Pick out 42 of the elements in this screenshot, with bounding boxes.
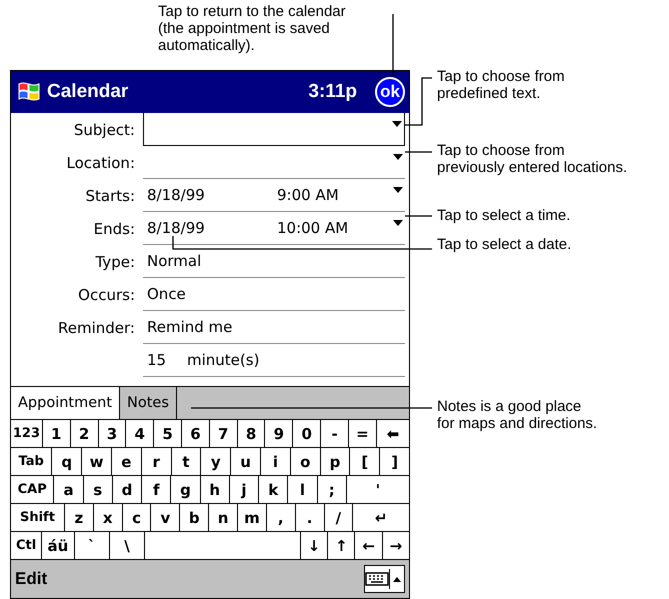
field-label: Location: — [66, 154, 135, 172]
dropdown-arrow-icon[interactable] — [393, 220, 403, 226]
dropdown-arrow-icon[interactable] — [393, 154, 403, 160]
caret-icon — [393, 576, 401, 582]
field-value: 8/18/99 — [147, 219, 205, 237]
edit-menu[interactable]: Edit — [15, 569, 364, 589]
field-value: 10:00 AM — [277, 219, 348, 237]
callout-text: Tap to select a date. — [437, 236, 572, 253]
input-field[interactable] — [143, 113, 405, 146]
input-field[interactable]: 8/18/99 10:00 AM — [143, 212, 405, 245]
dropdown-arrow-icon[interactable] — [392, 121, 402, 127]
keyboard-icon — [365, 570, 389, 588]
ok-button[interactable]: ok — [375, 77, 405, 107]
field-value: Once — [147, 285, 186, 303]
callout-text: Notes is a good place for maps and directions. — [437, 398, 598, 432]
field-label: Ends: — [94, 220, 135, 238]
dropdown-arrow-icon[interactable] — [393, 187, 403, 193]
field-value: Normal — [147, 252, 202, 270]
tab[interactable]: Appointment — [11, 387, 120, 419]
field-label: Starts: — [85, 186, 135, 204]
callout-text: Tap to select a time. — [437, 207, 570, 224]
app-title: Calendar — [47, 81, 130, 103]
input-field[interactable]: Remind me — [143, 311, 405, 344]
field-value: 8/18/99 — [147, 186, 205, 204]
callout-text: Tap to choose from predefined text. — [437, 68, 565, 102]
callout-text: Tap to return to the calendar (the appointment is saved automatically). — [158, 3, 346, 54]
callout-text: Tap to choose from previously entered locations. — [437, 142, 628, 176]
clock-time: 3:11p — [308, 81, 357, 103]
input-field[interactable]: Normal — [143, 245, 405, 278]
field-label: Reminder: — [58, 318, 135, 336]
input-field[interactable]: 8/18/99 9:00 AM — [143, 179, 405, 212]
field-value: 9:00 AM — [277, 186, 339, 204]
field-label: Occurs: — [78, 286, 135, 304]
field-label: Subject: — [74, 120, 135, 138]
field-value: minute(s) — [187, 351, 260, 369]
input-field[interactable]: 15 minute(s) — [143, 344, 405, 377]
field-label: Type: — [95, 252, 135, 270]
field-value: Remind me — [147, 318, 232, 336]
field-value: 15 — [147, 351, 166, 369]
keyboard-key[interactable]: 123 — [11, 420, 43, 447]
input-field[interactable]: Once — [143, 278, 405, 311]
input-panel-button[interactable] — [364, 565, 405, 593]
